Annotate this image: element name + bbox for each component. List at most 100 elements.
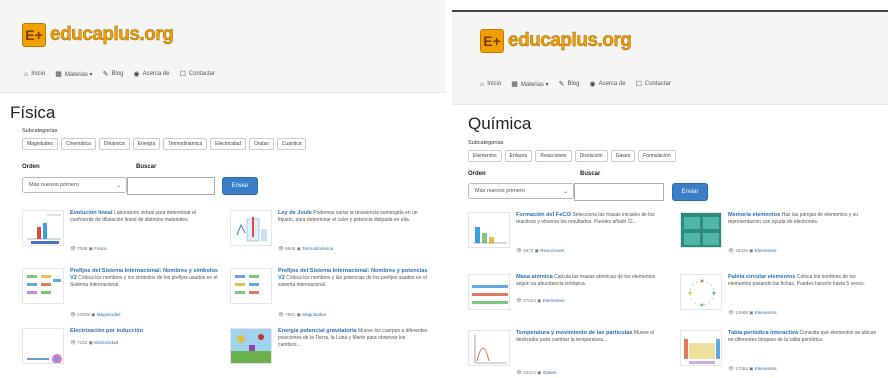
subcategory-pill[interactable]: Termodinámica — [163, 138, 208, 150]
card-title[interactable]: Ley de Joule — [278, 210, 312, 216]
resource-card[interactable]: Ley de Joule Podemos variar la resistenc… — [230, 210, 428, 258]
resource-card[interactable]: Temperatura y movimiento de las partícul… — [468, 330, 666, 378]
card-category[interactable]: Elementos — [755, 248, 777, 253]
thumbnail-image — [468, 212, 510, 248]
subcategory-pill[interactable]: Magnitudes — [22, 138, 58, 150]
site-logo[interactable]: E+ educaplus.org — [480, 28, 632, 54]
resource-card[interactable]: Memoria elementos Haz las parejas de ele… — [680, 212, 878, 260]
nav-item-materias[interactable]: ▦ Materias ▾ — [55, 70, 92, 78]
subcategory-pill[interactable]: Gases — [610, 150, 636, 162]
subcategory-pill[interactable]: Cuántica — [276, 138, 307, 150]
card-text: Memoria elementos Haz las parejas de ele… — [728, 212, 878, 226]
view-count: 7891 — [285, 312, 296, 317]
order-select[interactable]: Más nuevos primero ⌄ — [22, 177, 127, 193]
nav-item-acerca[interactable]: ◉ Acerca de — [589, 80, 625, 88]
thumbnail-image — [468, 330, 510, 366]
subcategory-pill[interactable]: Dinámica — [98, 138, 130, 150]
nav-label: Blog — [567, 81, 580, 87]
subcategory-pill[interactable]: Electricidad — [210, 138, 246, 150]
card-category[interactable]: Elementos — [543, 298, 565, 303]
card-title[interactable]: Paleta circular elementos — [728, 274, 795, 280]
subcategories-label: Subcategorías — [22, 128, 58, 134]
thumbnail-image — [680, 212, 722, 248]
subcategory-pill[interactable]: Energía — [132, 138, 161, 150]
main-nav: ⌂ Inicio ▦ Materias ▾ ✎ Blog ◉ Acerca de ☐ Co… — [480, 80, 671, 89]
card-category[interactable]: Termodinámica — [302, 246, 333, 251]
resource-card[interactable]: Tabla periódica interactiva Consulta qué… — [680, 330, 878, 378]
card-category[interactable]: Magnitudes — [302, 312, 326, 317]
search-label: Buscar — [136, 164, 157, 170]
send-button[interactable]: Enviar — [672, 183, 708, 201]
subcategory-pill[interactable]: Cinemática — [60, 138, 96, 150]
circular-dots-icon — [688, 279, 716, 307]
resource-card[interactable]: Paleta circular elementos Coloca los nom… — [680, 274, 878, 322]
card-text: Tabla periódica interactiva Consulta qué… — [728, 330, 878, 344]
subcategory-pill[interactable]: Formulación — [638, 150, 676, 162]
nav-item-contactar[interactable]: ☐ Contactar — [636, 80, 671, 88]
card-title[interactable]: Masa atómica — [516, 274, 553, 280]
view-count: 17052 — [735, 366, 748, 371]
right-browser-panel: E+ educaplus.org ⌂ Inicio ▦ Materias ▾ ✎ Bl… — [452, 10, 888, 378]
grid-icon: ▦ — [511, 81, 518, 88]
card-title[interactable]: Electrización por inducción — [70, 328, 143, 334]
card-title[interactable]: Temperatura y movimiento de las partícul… — [516, 330, 632, 336]
view-count: 5848 — [285, 246, 296, 251]
send-button[interactable]: Enviar — [222, 177, 258, 195]
nav-item-blog[interactable]: ✎ Blog — [103, 70, 124, 78]
card-title[interactable]: Memoria elementos — [728, 212, 780, 218]
subcategory-list: Elementos Enlaces Reacciones Disolución … — [468, 150, 676, 162]
search-input[interactable] — [574, 183, 664, 201]
resource-card[interactable]: Formación del FeCl3 Selecciona las masas… — [468, 212, 666, 260]
mail-icon: ☐ — [179, 71, 186, 78]
card-meta: 👁 22212 ▣ Gases — [516, 370, 557, 375]
card-meta: 👁 14968 ▣ Elementos — [728, 310, 777, 315]
nav-label: Contactar — [644, 81, 671, 87]
nav-item-inicio[interactable]: ⌂ Inicio — [480, 80, 501, 88]
periodic-table-icon — [684, 339, 720, 364]
subcategory-pill[interactable]: Enlaces — [504, 150, 533, 162]
nav-item-contactar[interactable]: ☐ Contactar — [180, 70, 215, 78]
nav-label: Acerca de — [598, 81, 626, 87]
memory-grid-icon — [684, 217, 719, 245]
subcategory-pill[interactable]: Elementos — [468, 150, 502, 162]
nav-item-inicio[interactable]: ⌂ Inicio — [24, 70, 45, 78]
home-icon: ⌂ — [480, 80, 485, 88]
card-title[interactable]: Evolución lineal — [70, 210, 113, 216]
card-meta: 👁 17052 ▣ Elementos — [728, 366, 777, 371]
card-title[interactable]: Tabla periódica interactiva — [728, 330, 798, 336]
nav-item-blog[interactable]: ✎ Blog — [559, 80, 580, 88]
card-meta: 👁 7068 ▣ Física — [70, 246, 107, 251]
subcategory-pill[interactable]: Ondas — [249, 138, 274, 150]
card-category[interactable]: Elementos — [755, 310, 777, 315]
card-meta: 👁 4673 ▣ Reacciones — [516, 248, 565, 253]
card-title[interactable]: Formación del FeCl3 — [516, 212, 571, 218]
resource-card[interactable]: Masa atómica Calcula las masas atómicas … — [468, 274, 666, 322]
nav-label: Blog — [111, 71, 124, 77]
nav-item-materias[interactable]: ▦ Materias ▾ — [511, 80, 548, 88]
card-category[interactable]: Física — [94, 246, 106, 251]
card-category[interactable]: Electricidad — [94, 340, 118, 345]
card-category[interactable]: Gases — [543, 370, 556, 375]
nav-item-acerca[interactable]: ◉ Acerca de — [133, 70, 169, 78]
resource-card[interactable]: Prefijos del Sistema Internacional: Nomb… — [22, 268, 220, 317]
logo-badge: E+ — [22, 23, 46, 47]
card-category[interactable]: Elementos — [755, 366, 777, 371]
card-text: Paleta circular elementos Coloca los nom… — [728, 274, 878, 288]
card-category[interactable]: Magnitudes — [97, 312, 121, 317]
subcategory-pill[interactable]: Reacciones — [535, 150, 572, 162]
subcategory-pill[interactable]: Disolución — [574, 150, 608, 162]
card-category[interactable]: Reacciones — [540, 248, 564, 253]
view-count: 10539 — [77, 312, 90, 317]
site-logo[interactable]: E+ educaplus.org — [22, 22, 174, 48]
thumbnail-image — [22, 268, 64, 304]
card-meta: 👁 7891 ▣ Magnitudes — [278, 312, 326, 317]
order-select[interactable]: Más nuevos primero ⌄ — [468, 183, 574, 199]
card-title[interactable]: Energía potencial gravitatoria — [278, 328, 357, 334]
resource-card[interactable]: Evolución lineal Laboratorio virtual par… — [22, 210, 220, 258]
resource-card[interactable]: Electrización por inducción 👁 7152 ▣ Ele… — [22, 328, 220, 376]
resource-card[interactable]: Energía potencial gravitatoria Mueve los… — [230, 328, 428, 376]
site-header: E+ educaplus.org ⌂ Inicio ▦ Materias ▾ ✎ Bl… — [452, 12, 888, 105]
search-input[interactable] — [127, 177, 215, 195]
resource-card[interactable]: Prefijos del Sistema Internacional: Nomb… — [230, 268, 428, 317]
pencil-icon: ✎ — [558, 81, 565, 88]
